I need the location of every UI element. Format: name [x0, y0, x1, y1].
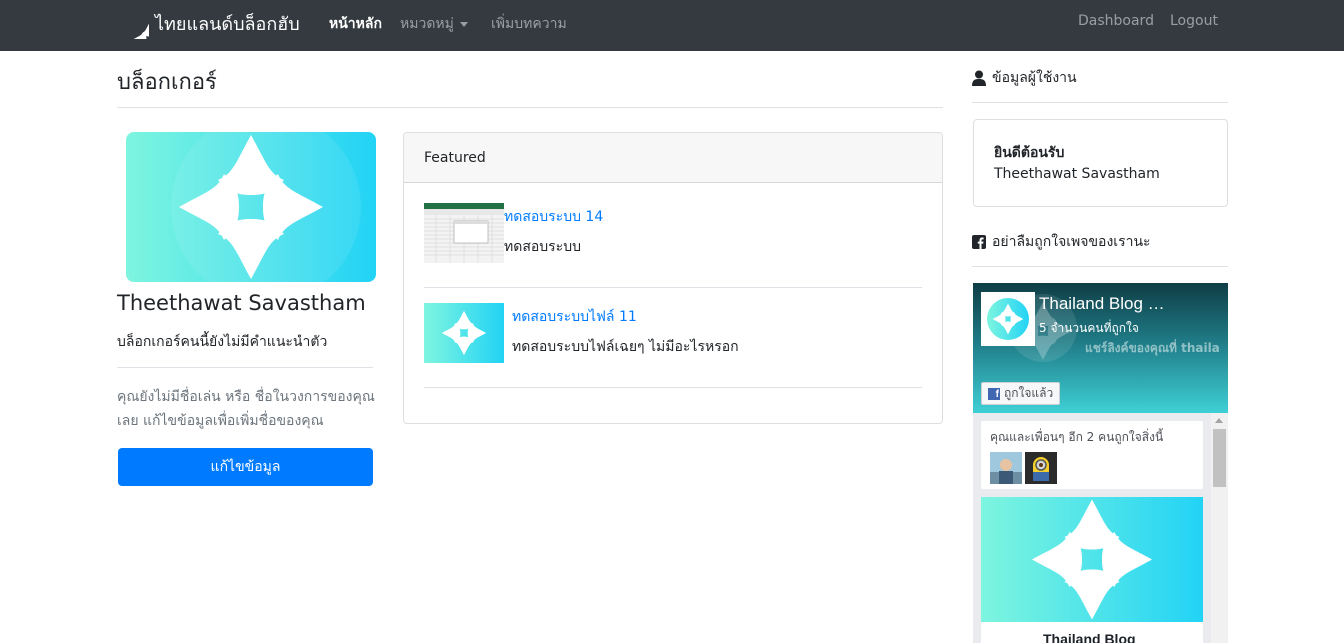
divider: [972, 102, 1228, 103]
divider: [117, 367, 373, 368]
welcome-name: Theethawat Savastham: [994, 166, 1160, 182]
nav-category-dropdown[interactable]: หมวดหมู่: [400, 13, 468, 35]
nav-home[interactable]: หน้าหลัก: [329, 13, 382, 35]
profile-image: [126, 132, 376, 282]
post-title-link[interactable]: ทดสอบระบบไฟล์ 11: [512, 306, 637, 328]
friend-avatar[interactable]: [990, 452, 1022, 484]
fb-post-page-name[interactable]: Thailand Blog: [1043, 631, 1136, 643]
scroll-up-arrow-icon[interactable]: [1215, 418, 1223, 423]
post-description: ทดสอบระบบไฟล์เฉยๆ ไม่มีอะไรหรอก: [512, 339, 739, 355]
post-thumbnail[interactable]: [424, 303, 504, 363]
brand-name: ไทยแลนด์บล็อกฮับ: [155, 13, 300, 35]
fb-page-heading: อย่าลืมถูกใจเพจของเรานะ: [972, 231, 1151, 253]
post-title-link[interactable]: ทดสอบระบบ 14: [504, 206, 603, 228]
featured-card-header: Featured: [404, 133, 942, 183]
profile-name: Theethawat Savastham: [117, 291, 366, 315]
chevron-down-icon: [459, 21, 468, 27]
fb-friends-text: คุณและเพื่อนๆ อีก 2 คนถูกใจสิ่งนี้: [990, 430, 1164, 444]
fb-scrollbar[interactable]: [1211, 413, 1228, 643]
nav-add-post[interactable]: เพิ่มบทความ: [491, 13, 567, 35]
list-item: ทดสอบระบบ 14 ทดสอบระบบ: [424, 203, 922, 263]
fb-like-count: 5 จำนวนคนที่ถูกใจ: [1039, 321, 1139, 335]
profile-bio: บล็อกเกอร์คนนี้ยังไม่มีคำแนะนำตัว: [117, 334, 328, 350]
fb-page-avatar[interactable]: [981, 292, 1035, 346]
brand-logo-icon: [117, 7, 149, 39]
user-icon: [972, 70, 986, 86]
fb-page-heading-label: อย่าลืมถูกใจเพจของเรานะ: [992, 234, 1151, 250]
divider: [972, 266, 1228, 267]
facebook-page-widget[interactable]: แชร์ลิงค์ของคุณที่ thaila Thailand Blog …: [973, 283, 1228, 643]
post-thumbnail[interactable]: [424, 203, 504, 263]
fb-page-name-link[interactable]: Thailand Blog …: [1039, 294, 1165, 314]
fb-cover-text: แชร์ลิงค์ของคุณที่ thaila: [1085, 341, 1220, 355]
scrollbar-thumb[interactable]: [1213, 429, 1226, 487]
welcome-title: ยินดีต้อนรับ: [994, 145, 1065, 161]
divider: [424, 387, 922, 388]
nav-category-label: หมวดหมู่: [400, 16, 454, 32]
brand-link[interactable]: ไทยแลนด์บล็อกฮับ: [117, 7, 300, 39]
fb-liked-button[interactable]: f ถูกใจแล้ว: [981, 382, 1061, 405]
fb-cover-image[interactable]: แชร์ลิงค์ของคุณที่ thaila Thailand Blog …: [973, 283, 1228, 413]
post-description: ทดสอบระบบ: [504, 239, 581, 255]
user-info-heading-label: ข้อมูลผู้ใช้งาน: [992, 70, 1077, 86]
divider: [117, 107, 943, 108]
featured-card: Featured ทดสอบระบบ 14 ทดสอบระบบ ทดสอบระบ…: [403, 132, 943, 424]
friend-avatar[interactable]: [1025, 452, 1057, 484]
welcome-box: ยินดีต้อนรับ Theethawat Savastham: [973, 119, 1228, 207]
list-item: ทดสอบระบบไฟล์ 11 ทดสอบระบบไฟล์เฉยๆ ไม่มี…: [424, 303, 922, 363]
nav-logout[interactable]: Logout: [1170, 13, 1218, 29]
profile-note: คุณยังไม่มีชื่อเล่น หรือ ชื่อในวงการของค…: [117, 389, 375, 429]
edit-profile-button[interactable]: แก้ไขข้อมูล: [118, 448, 373, 486]
divider: [424, 287, 922, 288]
fb-post[interactable]: Thailand Blog: [981, 497, 1203, 643]
facebook-f-icon: f: [988, 387, 1000, 400]
fb-friends-box: คุณและเพื่อนๆ อีก 2 คนถูกใจสิ่งนี้: [981, 421, 1203, 489]
page-title: บล็อกเกอร์: [117, 70, 217, 95]
facebook-square-icon: [972, 235, 986, 249]
fb-post-image[interactable]: [981, 497, 1203, 622]
nav-dashboard[interactable]: Dashboard: [1078, 13, 1154, 29]
user-info-heading: ข้อมูลผู้ใช้งาน: [972, 67, 1077, 89]
fb-liked-button-label: ถูกใจแล้ว: [1004, 386, 1054, 400]
top-navbar: ไทยแลนด์บล็อกฮับ หน้าหลัก หมวดหมู่ เพิ่ม…: [0, 0, 1344, 51]
